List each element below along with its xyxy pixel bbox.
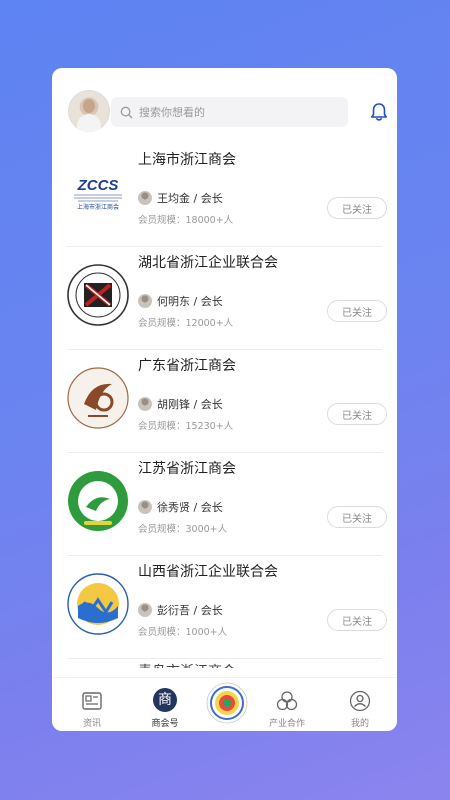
- member-scale: 会员规模：15230+人: [138, 421, 234, 432]
- follow-button[interactable]: 已关注: [327, 506, 387, 528]
- top-bar: 搜索你想看的: [52, 68, 397, 144]
- association-name: 江苏省浙江商会: [138, 461, 236, 477]
- member-scale: 会员规模：3000+人: [138, 524, 228, 535]
- member-scale: 会员规模：1000+人: [138, 627, 228, 638]
- association-tab-icon: 商: [153, 688, 177, 712]
- cooperation-icon: [276, 691, 298, 711]
- leader-avatar: [138, 603, 152, 617]
- list-item[interactable]: 山西省浙江企业联合会 彭衍吾 / 会长 会员规模：1000+人 已关注: [52, 556, 397, 659]
- tab-association[interactable]: 商 商会号: [135, 678, 195, 731]
- leader-row: 王均金 / 会长: [138, 190, 223, 206]
- list-item[interactable]: ZCCS 上海市浙江商会 上海市浙江商会 王均金 / 会长 会员规模：18000…: [52, 144, 397, 247]
- center-emblem-icon[interactable]: [206, 682, 248, 724]
- tab-label: 商会号: [151, 719, 179, 729]
- association-name: 上海市浙江商会: [138, 152, 236, 168]
- follow-button[interactable]: 已关注: [327, 403, 387, 425]
- member-scale: 会员规模：12000+人: [138, 318, 234, 329]
- tab-mine[interactable]: 我的: [330, 678, 390, 731]
- leader-avatar: [138, 191, 152, 205]
- leader-row: 何明东 / 会长: [138, 293, 223, 309]
- follow-button[interactable]: 已关注: [327, 197, 387, 219]
- user-avatar[interactable]: [68, 90, 110, 132]
- user-profile-icon: [349, 690, 371, 712]
- leader-text: 彭衍吾 / 会长: [157, 604, 223, 617]
- tab-label: 产业合作: [268, 719, 305, 729]
- association-logo: ZCCS 上海市浙江商会: [74, 177, 122, 211]
- association-name: 山西省浙江企业联合会: [138, 564, 278, 580]
- leader-avatar: [138, 294, 152, 308]
- follow-button[interactable]: 已关注: [327, 609, 387, 631]
- member-scale: 会员规模：18000+人: [138, 215, 234, 226]
- leader-text: 王均金 / 会长: [157, 192, 223, 205]
- tab-industry-cooperation[interactable]: 产业合作: [257, 678, 317, 731]
- leader-text: 何明东 / 会长: [157, 295, 223, 308]
- tab-label: 资讯: [82, 719, 101, 729]
- list-item[interactable]: 湖北省浙江企业联合会 何明东 / 会长 会员规模：12000+人 已关注: [52, 247, 397, 350]
- leader-row: 彭衍吾 / 会长: [138, 602, 223, 618]
- leader-avatar: [138, 397, 152, 411]
- follow-button[interactable]: 已关注: [327, 300, 387, 322]
- leader-text: 徐秀贤 / 会长: [157, 501, 223, 514]
- logo-subtext: 上海市浙江商会: [77, 203, 119, 211]
- leader-row: 徐秀贤 / 会长: [138, 499, 223, 515]
- search-placeholder: 搜索你想看的: [139, 106, 205, 119]
- association-logo: [68, 471, 128, 531]
- bottom-tab-bar: 资讯 商 商会号 产业合作 我的: [52, 677, 397, 731]
- logo-text: ZCCS: [77, 177, 119, 194]
- partial-list-item-name[interactable]: 青岛市浙江商会: [138, 661, 236, 668]
- tab-news[interactable]: 资讯: [62, 678, 122, 731]
- list-item[interactable]: 江苏省浙江商会 徐秀贤 / 会长 会员规模：3000+人 已关注: [52, 453, 397, 556]
- association-list: ZCCS 上海市浙江商会 上海市浙江商会 王均金 / 会长 会员规模：18000…: [52, 144, 397, 659]
- divider: [67, 658, 382, 659]
- bell-icon[interactable]: [370, 102, 388, 122]
- search-input[interactable]: 搜索你想看的: [111, 97, 348, 127]
- association-logo: [67, 573, 129, 635]
- association-name: 湖北省浙江企业联合会: [138, 255, 278, 271]
- main-card: 搜索你想看的 ZCCS 上海市浙江商会 上海市浙江商会 王均金 / 会长 会员规…: [52, 68, 397, 731]
- search-icon: [120, 106, 133, 118]
- leader-avatar: [138, 500, 152, 514]
- list-item[interactable]: 广东省浙江商会 胡刚锋 / 会长 会员规模：15230+人 已关注: [52, 350, 397, 453]
- leader-text: 胡刚锋 / 会长: [157, 398, 223, 411]
- leader-row: 胡刚锋 / 会长: [138, 396, 223, 412]
- association-name: 广东省浙江商会: [138, 358, 236, 374]
- association-logo: [67, 264, 129, 326]
- association-logo: [67, 367, 129, 429]
- tab-label: 我的: [350, 719, 369, 729]
- news-icon: [82, 692, 102, 710]
